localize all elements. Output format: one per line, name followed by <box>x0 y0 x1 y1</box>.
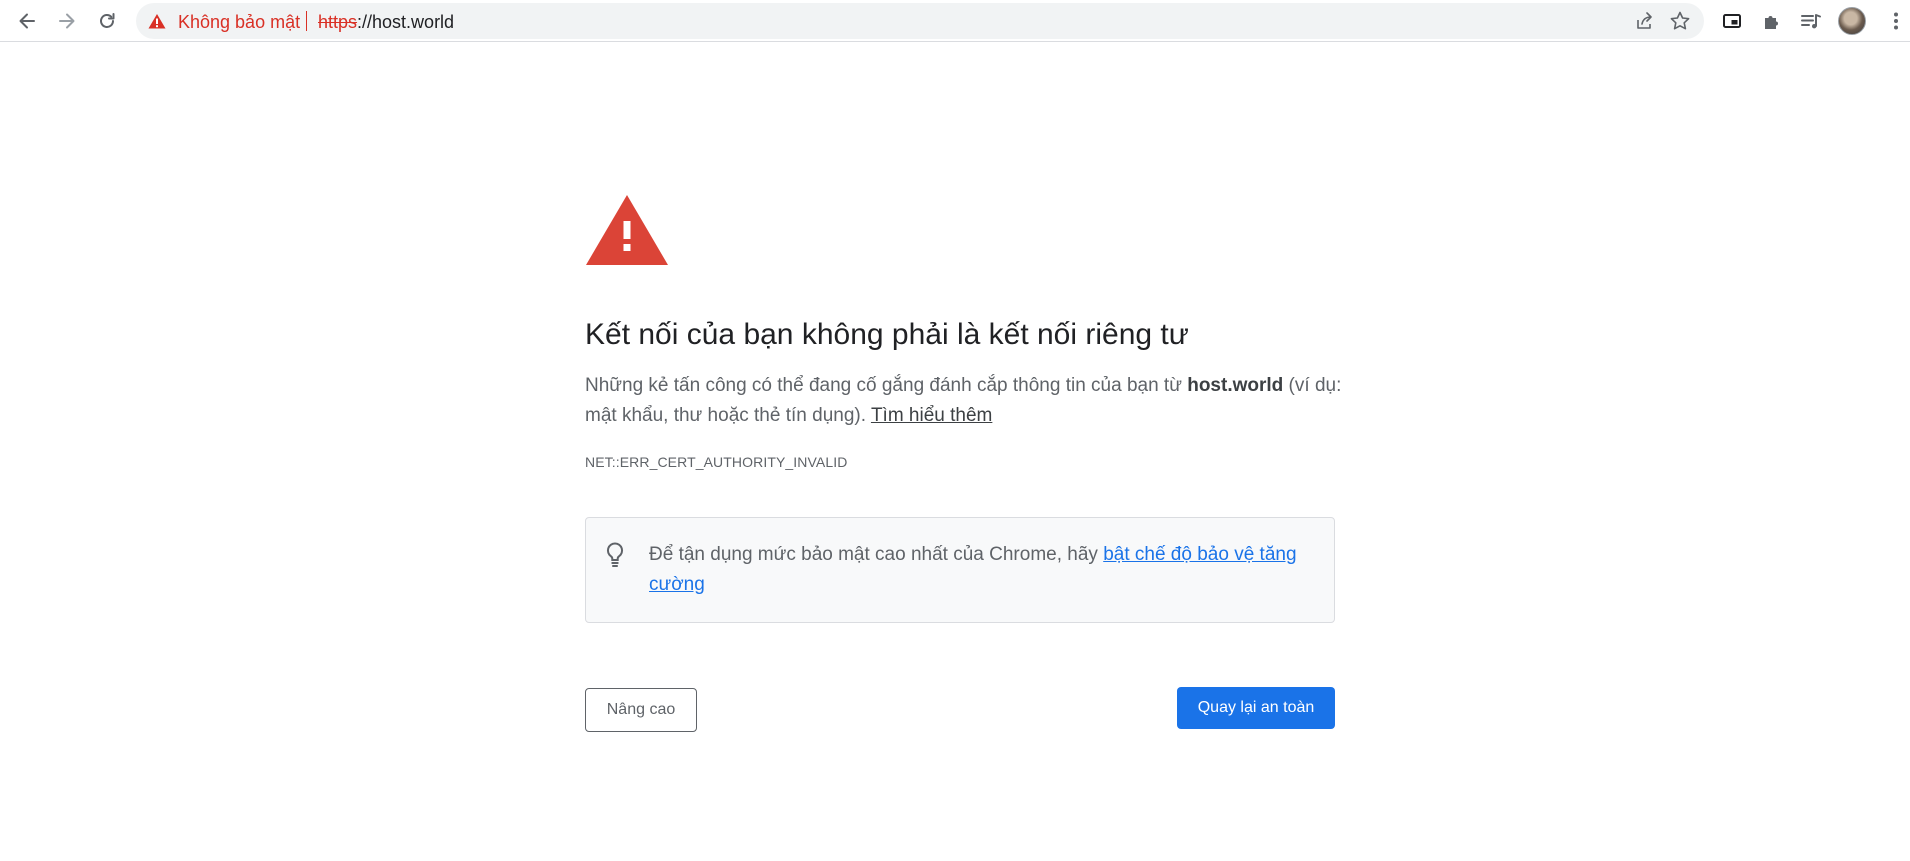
share-icon[interactable] <box>1630 7 1658 40</box>
learn-more-link[interactable]: Tìm hiểu thêm <box>871 405 992 426</box>
tip-text: Để tận dụng mức bảo mật cao nhất của Chr… <box>649 540 1309 600</box>
tip-text-prefix: Để tận dụng mức bảo mật cao nhất của Chr… <box>649 544 1104 565</box>
explanation-text: Những kẻ tấn công có thể đang cố gắng đá… <box>585 375 1188 396</box>
forward-arrow-icon <box>57 11 77 31</box>
back-arrow-icon <box>17 11 37 31</box>
extensions-button[interactable] <box>1756 5 1788 37</box>
puzzle-extensions-icon <box>1762 11 1782 31</box>
back-to-safety-button[interactable]: Quay lại an toàn <box>1177 687 1335 729</box>
error-code: NET::ERR_CERT_AUTHORITY_INVALID <box>585 454 848 470</box>
url-scheme: https <box>318 12 358 32</box>
explanation-paragraph: Những kẻ tấn công có thể đang cố gắng đá… <box>585 371 1345 431</box>
media-playlist-icon <box>1800 11 1822 31</box>
browser-toolbar: Không bảo mật https://host.world <box>0 0 1910 42</box>
warning-triangle-icon[interactable] <box>148 13 166 34</box>
reload-icon <box>97 11 117 31</box>
large-warning-icon <box>585 193 669 272</box>
explanation-host: host.world <box>1187 375 1284 396</box>
security-status-label[interactable]: Không bảo mật <box>178 12 300 33</box>
media-control-button[interactable] <box>1795 5 1827 37</box>
lightbulb-icon <box>606 542 624 573</box>
more-vertical-icon <box>1893 11 1899 31</box>
star-icon[interactable] <box>1666 7 1694 40</box>
reload-button[interactable] <box>91 5 123 37</box>
enhanced-protection-tip: Để tận dụng mức bảo mật cao nhất của Chr… <box>585 517 1335 623</box>
advanced-button[interactable]: Nâng cao <box>585 688 697 732</box>
more-menu-button[interactable] <box>1886 5 1906 37</box>
omnibox-divider <box>306 11 307 31</box>
picture-in-picture-button[interactable] <box>1716 5 1748 37</box>
forward-button[interactable] <box>51 5 83 37</box>
profile-avatar[interactable] <box>1838 7 1866 35</box>
back-button[interactable] <box>11 5 43 37</box>
url-host: ://host.world <box>357 12 455 32</box>
picture-in-picture-icon <box>1722 11 1742 31</box>
url-text[interactable]: https://host.world <box>318 12 454 33</box>
address-bar[interactable]: Không bảo mật https://host.world <box>136 3 1704 39</box>
page-title: Kết nối của bạn không phải là kết nối ri… <box>585 318 1189 351</box>
